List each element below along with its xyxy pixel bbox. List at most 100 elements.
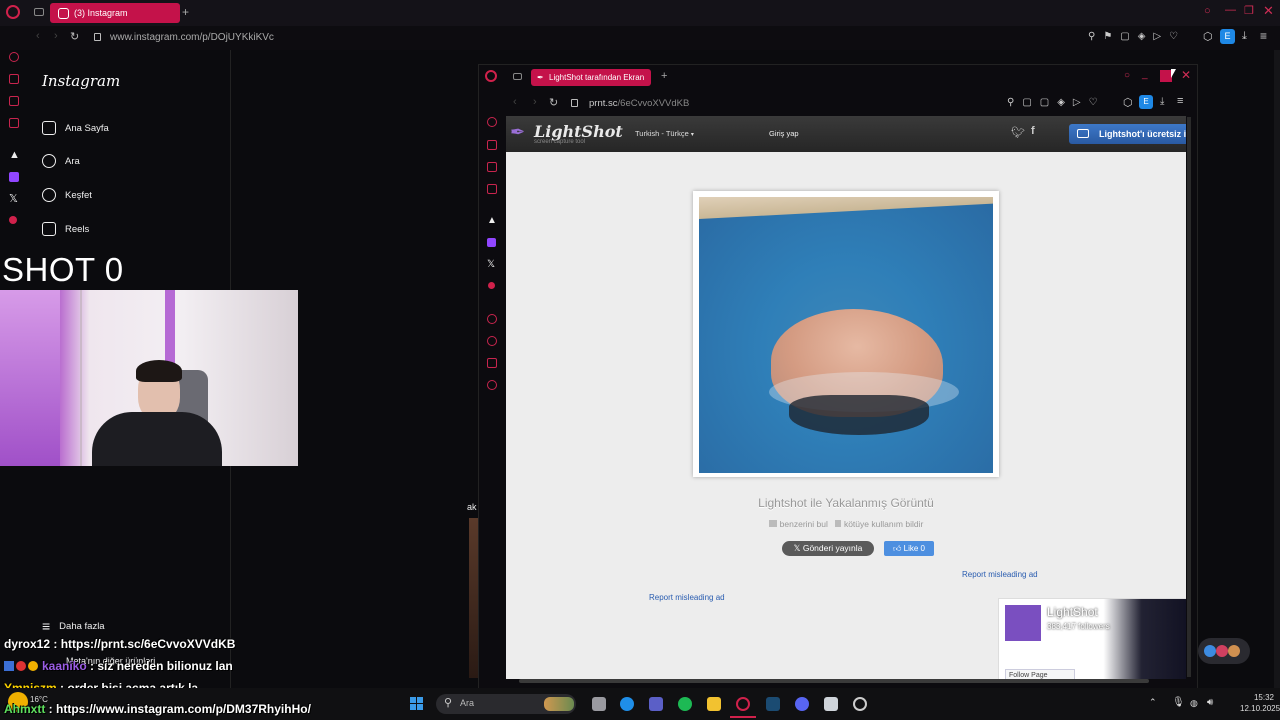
reload-button[interactable]: ↻ <box>549 96 558 109</box>
search-highlight-image <box>544 697 574 711</box>
forward-button[interactable]: › <box>54 30 58 42</box>
forward-button[interactable]: › <box>533 96 537 108</box>
app-icon[interactable] <box>824 697 838 711</box>
login-link[interactable]: Giriş yap <box>769 129 799 138</box>
aria-icon[interactable] <box>487 117 497 127</box>
menu-icon[interactable]: ≡ <box>1260 29 1267 43</box>
player-icon[interactable] <box>487 314 497 324</box>
sidebar-icon-8[interactable] <box>9 216 17 224</box>
back-button[interactable]: ‹ <box>36 30 40 42</box>
task-view-icon[interactable] <box>592 697 606 711</box>
tab-islands-icon[interactable] <box>34 8 44 16</box>
report-ad-link[interactable]: Report misleading ad <box>962 570 1038 579</box>
workspace-icon[interactable]: ▲ <box>9 149 20 161</box>
floating-reactions-pill[interactable] <box>1198 638 1250 664</box>
sidebar-icon-8[interactable] <box>488 282 495 289</box>
image-actions: benzerini bul kötüye kullanım bildir <box>506 519 1186 529</box>
vertical-scrollbar[interactable] <box>1187 117 1191 677</box>
settings-icon[interactable] <box>487 380 497 390</box>
nav-reels[interactable]: Reels <box>42 219 89 239</box>
extensions-sidebar-icon[interactable] <box>487 358 497 368</box>
fb-page-name[interactable]: LightShot <box>1047 605 1098 619</box>
windows-start-icon[interactable] <box>410 697 416 703</box>
tab-title: LightShot tarafından Ekran <box>549 73 645 82</box>
thumbs-up-icon: 👍︎ <box>893 544 902 553</box>
nav-search[interactable]: Ara <box>42 151 80 171</box>
maximize-button[interactable]: ❐ <box>1244 4 1254 17</box>
search-tabs-icon[interactable]: ○ <box>1204 5 1211 17</box>
network-icon[interactable]: ◍ <box>1190 698 1198 709</box>
close-button[interactable]: ✕ <box>1181 68 1191 82</box>
minimize-button[interactable]: _ <box>1142 69 1148 80</box>
language-select[interactable]: Turkish - Türkçe ▾ <box>635 129 694 138</box>
minimize-button[interactable]: — <box>1225 4 1236 16</box>
messenger-icon[interactable] <box>487 162 497 172</box>
history-icon[interactable] <box>487 336 497 346</box>
download-promo-button[interactable]: Lightshot'ı ücretsiz in <box>1069 124 1186 144</box>
tray-chevron-icon[interactable]: ⌃ <box>1149 697 1157 708</box>
twitch-icon[interactable] <box>9 172 19 182</box>
opera-logo-icon[interactable] <box>485 70 497 82</box>
download-icon[interactable]: ⤓ <box>1242 30 1247 43</box>
nav-more[interactable]: ≡ Daha fazla <box>42 616 105 636</box>
back-button[interactable]: ‹ <box>513 96 517 108</box>
sidebar-icon-4[interactable] <box>9 118 19 128</box>
new-tab-button[interactable]: + <box>661 70 667 82</box>
download-icon[interactable]: ⤓ <box>1160 96 1164 107</box>
search-tabs-icon[interactable]: ○ <box>1124 70 1130 81</box>
opera-logo-icon[interactable] <box>6 5 20 19</box>
sidebar-icon-4[interactable] <box>487 184 497 194</box>
nav-explore[interactable]: Keşfet <box>42 185 92 205</box>
tab-instagram[interactable]: (3) Instagram <box>50 3 180 23</box>
steam-icon[interactable] <box>766 697 780 711</box>
extensions-icon[interactable]: ⬡ <box>1203 30 1213 43</box>
x-icon[interactable]: 𝕏 <box>9 192 18 205</box>
report-ad-link[interactable]: Report misleading ad <box>649 593 725 602</box>
clock[interactable]: 15:32 12.10.2025 <box>1240 693 1280 713</box>
tab-lightshot[interactable]: ✒ LightShot tarafından Ekran <box>531 69 651 86</box>
new-tab-button[interactable]: + <box>182 5 189 19</box>
extension-e-icon[interactable]: E <box>1220 29 1235 44</box>
screenshot-image[interactable] <box>699 197 993 473</box>
messenger-icon[interactable] <box>9 96 19 106</box>
facebook-icon[interactable]: f <box>1031 125 1035 137</box>
tweet-button[interactable]: 𝕏 Gönderi yayınla <box>782 541 874 556</box>
discord-icon[interactable] <box>795 697 809 711</box>
report-abuse-link[interactable]: kötüye kullanım bildir <box>844 519 923 529</box>
page-scrollbar[interactable] <box>1274 50 1280 688</box>
twitch-icon[interactable] <box>487 238 496 247</box>
workspace-icon[interactable]: ▲ <box>487 215 497 226</box>
sidebar-icon-2[interactable] <box>9 74 19 84</box>
instagram-logo[interactable]: Instagram <box>42 72 120 90</box>
menu-icon[interactable]: ≡ <box>1177 95 1183 107</box>
toolbar-icons[interactable]: ⚲⚑▢◈▷♡ <box>1088 31 1186 42</box>
taskbar-search[interactable]: ⚲ Ara <box>436 694 576 714</box>
nav-home[interactable]: Ana Sayfa <box>42 118 109 138</box>
fb-follow-button[interactable]: Follow Page <box>1005 669 1075 679</box>
like-button[interactable]: 👍︎ Like 0 <box>884 541 934 556</box>
tab-islands-icon[interactable] <box>513 73 522 80</box>
find-similar-link[interactable]: benzerini bul <box>780 519 828 529</box>
inner-browser-window: ✒ LightShot tarafından Ekran + ○ _ ✕ ‹ ›… <box>478 64 1198 690</box>
reload-button[interactable]: ↻ <box>70 30 79 43</box>
app-icon[interactable] <box>853 697 867 711</box>
opera-gx-icon[interactable] <box>736 697 750 711</box>
twitter-icon[interactable]: 🐦︎ <box>1011 126 1025 139</box>
teams-icon[interactable] <box>649 697 663 711</box>
file-explorer-icon[interactable] <box>707 697 721 711</box>
compass-icon <box>42 188 56 202</box>
horizontal-scrollbar[interactable] <box>519 679 1149 683</box>
aria-icon[interactable] <box>9 52 19 62</box>
x-icon[interactable]: 𝕏 <box>487 259 495 270</box>
toolbar-icons[interactable]: ⚲▢▢◈▷♡ <box>1007 97 1106 108</box>
close-button[interactable]: ✕ <box>1263 3 1274 19</box>
extension-e-icon[interactable]: E <box>1139 95 1153 109</box>
spotify-icon[interactable] <box>678 697 692 711</box>
edge-icon[interactable] <box>620 697 634 711</box>
sidebar-icon-2[interactable] <box>487 140 497 150</box>
url-field[interactable]: prnt.sc/6eCvvoXVVdKB <box>589 98 689 109</box>
volume-icon[interactable]: 🔊︎ <box>1207 697 1213 708</box>
extensions-icon[interactable]: ⬡ <box>1123 96 1133 109</box>
url-field[interactable]: www.instagram.com/p/DOjUYKkiKVc <box>110 32 274 43</box>
microphone-icon[interactable]: 🎙︎ <box>1172 697 1185 708</box>
